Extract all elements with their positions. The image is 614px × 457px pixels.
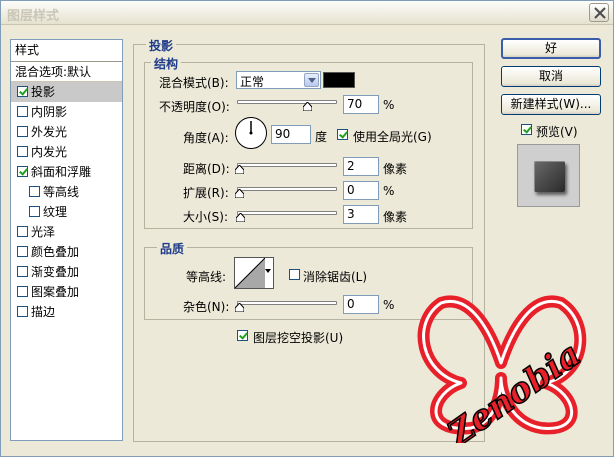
angle-unit: 度 [315,130,328,144]
style-item[interactable]: 内阴影 [11,102,122,122]
contour-picker[interactable] [234,257,274,289]
styles-list-header: 样式 [11,40,122,62]
opacity-input[interactable]: 70 [343,95,379,114]
style-item-label: 描边 [31,305,56,319]
zenobia-watermark-logo: Zenobia [401,283,601,457]
distance-unit: 像素 [383,162,408,176]
ok-button[interactable]: 好 [501,38,601,59]
knockout-label[interactable]: 图层挖空投影(U) [253,329,343,346]
spread-input[interactable]: 0 [343,181,379,200]
contour-label: 等高线: [186,270,227,284]
style-item-checkbox[interactable] [17,306,28,317]
distance-input[interactable]: 2 [343,157,379,176]
style-item-checkbox[interactable] [17,166,28,177]
noise-slider-thumb[interactable] [235,303,244,312]
style-item-checkbox[interactable] [17,266,28,277]
angle-input[interactable]: 90 [271,125,311,144]
quality-title: 品质 [157,240,188,257]
opacity-slider[interactable] [237,100,337,104]
angle-label: 角度(A): [183,131,229,145]
chevron-down-icon [265,269,271,273]
blend-mode-select[interactable]: 正常 [236,71,321,89]
size-slider[interactable] [237,211,337,215]
new-style-button[interactable]: 新建样式(W)... [501,94,601,115]
styles-list: 样式 混合选项:默认 投影内阴影外发光内发光斜面和浮雕等高线纹理光泽颜色叠加渐变… [10,39,123,441]
opacity-unit: % [383,98,395,112]
noise-slider[interactable] [237,301,337,305]
close-button[interactable] [589,3,609,22]
blend-options-item[interactable]: 混合选项:默认 [11,62,122,82]
style-item-label: 等高线 [43,185,80,199]
style-item-checkbox[interactable] [17,246,28,257]
noise-input[interactable]: 0 [343,295,379,314]
style-item[interactable]: 内发光 [11,142,122,162]
anti-alias-checkbox[interactable] [289,269,300,280]
distance-label: 距离(D): [183,162,230,176]
preview-swatch [534,161,565,192]
spread-slider-thumb[interactable] [235,189,244,198]
opacity-slider-thumb[interactable] [303,102,312,111]
opacity-label: 不透明度(O): [159,100,230,114]
style-item-label: 纹理 [43,205,68,219]
style-item[interactable]: 描边 [11,302,122,322]
style-item-checkbox[interactable] [17,146,28,157]
noise-label: 杂色(N): [183,300,230,314]
style-item-label: 内阴影 [31,105,68,119]
style-item[interactable]: 斜面和浮雕 [11,162,122,182]
close-icon [594,7,606,19]
style-item[interactable]: 光泽 [11,222,122,242]
knockout-checkbox[interactable] [237,330,248,341]
style-item-checkbox[interactable] [17,226,28,237]
style-item-checkbox[interactable] [17,286,28,297]
style-item-checkbox[interactable] [29,186,40,197]
size-unit: 像素 [383,210,408,224]
angle-dial[interactable] [235,117,267,149]
title-bar: 图层样式 [1,1,613,25]
chevron-down-icon [304,73,319,87]
preview-checkbox[interactable] [521,124,532,135]
style-item-checkbox[interactable] [17,86,28,97]
distance-slider[interactable] [237,163,337,167]
style-item[interactable]: 纹理 [11,202,122,222]
style-item[interactable]: 颜色叠加 [11,242,122,262]
style-item-checkbox[interactable] [29,206,40,217]
style-item-label: 内发光 [31,145,68,159]
blend-mode-label: 混合模式(B): [159,76,229,90]
global-light-label[interactable]: 使用全局光(G) [353,128,432,145]
size-input[interactable]: 3 [343,205,379,224]
style-item-label: 光泽 [31,225,56,239]
style-item-label: 渐变叠加 [31,265,80,279]
style-item-label: 颜色叠加 [31,245,80,259]
size-slider-thumb[interactable] [236,213,245,222]
blend-mode-value: 正常 [240,75,265,89]
style-item-label: 投影 [31,85,56,99]
preview-label[interactable]: 预览(V) [536,123,578,140]
style-item[interactable]: 渐变叠加 [11,262,122,282]
style-item-label: 外发光 [31,125,68,139]
layer-style-dialog: 图层样式 样式 混合选项:默认 投影内阴影外发光内发光斜面和浮雕等高线纹理光泽颜… [0,0,614,457]
cancel-button[interactable]: 取消 [501,66,601,87]
anti-alias-label[interactable]: 消除锯齿(L) [303,268,367,285]
distance-slider-thumb[interactable] [235,165,244,174]
spread-unit: % [383,184,395,198]
style-item-label: 斜面和浮雕 [31,165,92,179]
style-item[interactable]: 等高线 [11,182,122,202]
shadow-color-swatch[interactable] [323,72,355,88]
global-light-checkbox[interactable] [337,129,348,140]
style-item-checkbox[interactable] [17,106,28,117]
spread-slider[interactable] [237,187,337,191]
style-item-label: 图案叠加 [31,285,80,299]
style-item-checkbox[interactable] [17,126,28,137]
style-item[interactable]: 外发光 [11,122,122,142]
style-item[interactable]: 图案叠加 [11,282,122,302]
spread-label: 扩展(R): [183,186,229,200]
structure-title: 结构 [151,55,182,72]
style-item[interactable]: 投影 [11,82,122,102]
style-preview [517,144,580,207]
size-label: 大小(S): [183,210,229,224]
noise-unit: % [383,298,395,312]
window-title: 图层样式 [7,9,60,24]
contour-preview-icon [235,258,265,288]
drop-shadow-title: 投影 [146,37,177,54]
